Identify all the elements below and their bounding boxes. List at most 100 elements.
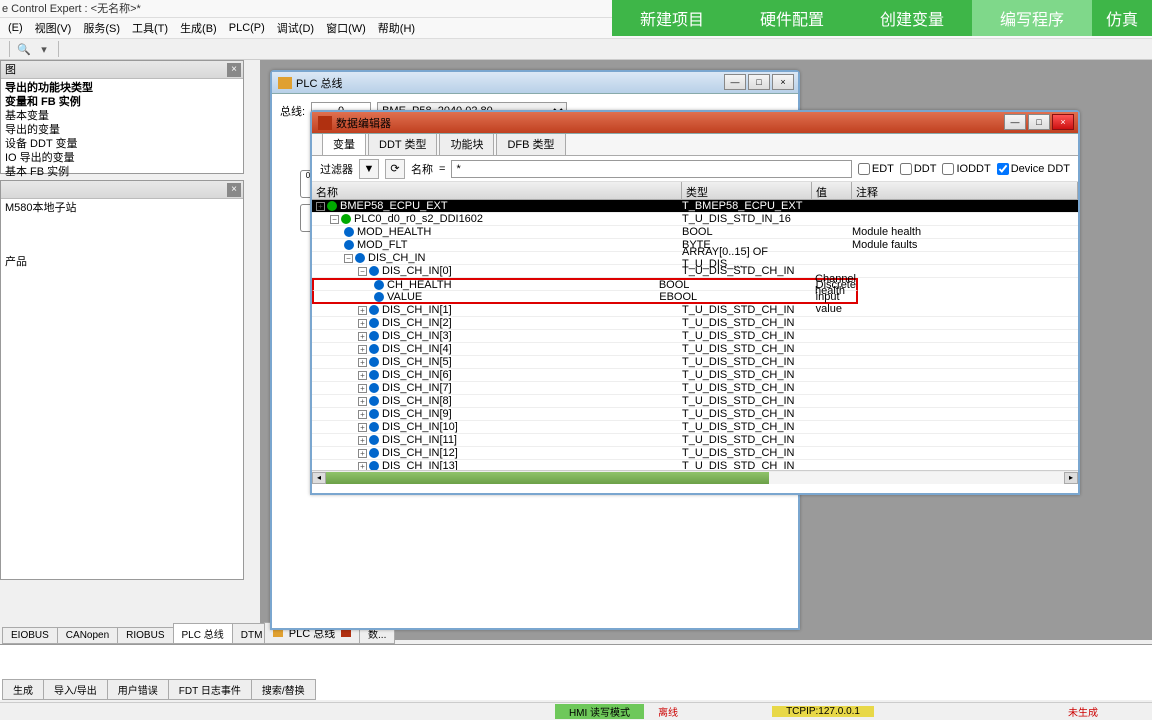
menu-build[interactable]: 生成(B) xyxy=(174,20,223,36)
top-tab-hw[interactable]: 硬件配置 xyxy=(732,0,852,36)
top-tab-new[interactable]: 新建项目 xyxy=(612,0,732,36)
tree-item[interactable]: M580本地子站 xyxy=(5,201,239,215)
menu-services[interactable]: 服务(S) xyxy=(77,20,126,36)
table-row[interactable]: +DIS_CH_IN[8]T_U_DIS_STD_CH_IN xyxy=(312,395,1078,408)
table-row[interactable]: +DIS_CH_IN[9]T_U_DIS_STD_CH_IN xyxy=(312,408,1078,421)
table-row[interactable]: +DIS_CH_IN[5]T_U_DIS_STD_CH_IN xyxy=(312,356,1078,369)
close-button[interactable]: × xyxy=(1052,114,1074,130)
grid-header: 名称 类型 值 注释 xyxy=(312,182,1078,200)
chk-ddt[interactable]: DDT xyxy=(900,163,937,175)
table-row[interactable]: +DIS_CH_IN[13]T_U_DIS_STD_CH_IN xyxy=(312,460,1078,470)
tree-item[interactable]: 设备 DDT 变量 xyxy=(5,137,239,151)
pane-close-icon[interactable]: × xyxy=(227,63,241,77)
filter-label: 过滤器 xyxy=(320,161,353,177)
tree-item[interactable]: 导出的变量 xyxy=(5,123,239,137)
scroll-left-icon[interactable]: ◂ xyxy=(312,472,326,484)
btab-eiobus[interactable]: EIOBUS xyxy=(2,627,58,644)
pane2-header xyxy=(1,181,243,199)
table-row[interactable]: +DIS_CH_IN[2]T_U_DIS_STD_CH_IN xyxy=(312,317,1078,330)
table-row[interactable]: +DIS_CH_IN[3]T_U_DIS_STD_CH_IN xyxy=(312,330,1078,343)
table-row[interactable]: VALUEEBOOLDiscrete input value xyxy=(312,291,858,304)
maximize-button[interactable]: □ xyxy=(748,74,770,90)
col-value[interactable]: 值 xyxy=(812,182,852,199)
table-row[interactable]: +DIS_CH_IN[4]T_U_DIS_STD_CH_IN xyxy=(312,343,1078,356)
table-row[interactable]: +DIS_CH_IN[10]T_U_DIS_STD_CH_IN xyxy=(312,421,1078,434)
otab-fdt[interactable]: FDT 日志事件 xyxy=(168,679,252,700)
name-filter-input[interactable] xyxy=(451,160,851,178)
filter-icon[interactable]: ▼ xyxy=(359,159,379,179)
dropdown-icon[interactable]: ▾ xyxy=(35,40,53,58)
table-row[interactable]: −PLC0_d0_r0_s2_DDI1602T_U_DIS_STD_IN_16 xyxy=(312,213,1078,226)
maximize-button[interactable]: □ xyxy=(1028,114,1050,130)
status-offline: 离线 xyxy=(644,704,692,719)
tree-item[interactable]: 基本变量 xyxy=(5,109,239,123)
plc-icon xyxy=(278,77,292,89)
tab-variables[interactable]: 变量 xyxy=(322,132,366,155)
top-tab-prog[interactable]: 编写程序 xyxy=(972,0,1092,36)
chk-ioddt[interactable]: IODDT xyxy=(942,163,990,175)
col-name[interactable]: 名称 xyxy=(312,182,682,199)
tree-item[interactable]: 产品 xyxy=(5,255,239,269)
tab-ddt[interactable]: DDT 类型 xyxy=(368,132,437,155)
menu-file[interactable]: (E) xyxy=(2,22,29,34)
col-note[interactable]: 注释 xyxy=(852,182,1078,199)
menu-debug[interactable]: 调试(D) xyxy=(271,20,320,36)
mdi-area: PLC 总线 — □ × 总线: BME_P58_2040 02.80 0 数据… xyxy=(260,60,1152,640)
menu-plc[interactable]: PLC(P) xyxy=(223,22,271,34)
pane-close-icon[interactable]: × xyxy=(227,183,241,197)
menu-tools[interactable]: 工具(T) xyxy=(126,20,174,36)
btab-canopen[interactable]: CANopen xyxy=(57,627,118,644)
table-row[interactable]: +DIS_CH_IN[7]T_U_DIS_STD_CH_IN xyxy=(312,382,1078,395)
plc-window-title: PLC 总线 xyxy=(296,75,342,91)
otab-import[interactable]: 导入/导出 xyxy=(43,679,108,700)
menu-window[interactable]: 窗口(W) xyxy=(320,20,372,36)
left-panel: × 图 导出的功能块类型 变量和 FB 实例 基本变量 导出的变量 设备 DDT… xyxy=(0,60,244,680)
btab-riobus[interactable]: RIOBUS xyxy=(117,627,173,644)
status-notgen: 未生成 xyxy=(1054,704,1112,719)
tree[interactable]: 导出的功能块类型 变量和 FB 实例 基本变量 导出的变量 设备 DDT 变量 … xyxy=(1,79,243,181)
tree-item[interactable]: 导出的功能块类型 xyxy=(5,81,239,95)
otab-errors[interactable]: 用户错误 xyxy=(107,679,169,700)
tree-item[interactable]: 变量和 FB 实例 xyxy=(5,95,239,109)
table-row[interactable]: +DIS_CH_IN[1]T_U_DIS_STD_CH_IN xyxy=(312,304,1078,317)
col-type[interactable]: 类型 xyxy=(682,182,812,199)
minimize-button[interactable]: — xyxy=(724,74,746,90)
left-bottom-tabs: EIOBUS CANopen RIOBUS PLC 总线 DTM 目 xyxy=(2,624,283,644)
zoom-icon[interactable]: 🔍 xyxy=(15,40,33,58)
toolbar: 🔍 ▾ xyxy=(0,38,1152,60)
table-row[interactable]: MOD_HEALTHBOOLModule health xyxy=(312,226,1078,239)
h-scrollbar[interactable]: ◂ ▸ xyxy=(312,470,1078,484)
tab-dfb[interactable]: DFB 类型 xyxy=(496,132,565,155)
output-panel: 生成 导入/导出 用户错误 FDT 日志事件 搜索/替换 xyxy=(0,644,1152,700)
otab-search[interactable]: 搜索/替换 xyxy=(251,679,316,700)
table-row[interactable]: +BMEP58_ECPU_EXTT_BMEP58_ECPU_EXT xyxy=(312,200,1078,213)
chk-devddt[interactable]: Device DDT xyxy=(997,163,1070,175)
scroll-right-icon[interactable]: ▸ xyxy=(1064,472,1078,484)
btab-plc[interactable]: PLC 总线 xyxy=(173,623,233,644)
refresh-icon[interactable]: ⟳ xyxy=(385,159,405,179)
table-row[interactable]: +DIS_CH_IN[12]T_U_DIS_STD_CH_IN xyxy=(312,447,1078,460)
close-button[interactable]: × xyxy=(772,74,794,90)
data-editor-window: 数据编辑器 — □ × 变量 DDT 类型 功能块 DFB 类型 过滤器 ▼ ⟳… xyxy=(310,110,1080,495)
tabs: 变量 DDT 类型 功能块 DFB 类型 xyxy=(312,134,1078,156)
minimize-button[interactable]: — xyxy=(1004,114,1026,130)
plc-icon xyxy=(273,629,283,637)
table-row[interactable]: CH_HEALTHBOOLChannel health xyxy=(312,278,858,291)
otab-build[interactable]: 生成 xyxy=(2,679,44,700)
tree-item[interactable]: 基本 FB 实例 xyxy=(5,165,239,179)
tab-fb[interactable]: 功能块 xyxy=(439,132,494,155)
data-editor-title: 数据编辑器 xyxy=(336,115,391,131)
chk-edt[interactable]: EDT xyxy=(858,163,894,175)
table-row[interactable]: +DIS_CH_IN[6]T_U_DIS_STD_CH_IN xyxy=(312,369,1078,382)
table-row[interactable]: −DIS_CH_IN[0]T_U_DIS_STD_CH_IN xyxy=(312,265,1078,278)
eq-label: = xyxy=(439,163,445,175)
grid-body[interactable]: +BMEP58_ECPU_EXTT_BMEP58_ECPU_EXT−PLC0_d… xyxy=(312,200,1078,470)
table-row[interactable]: −DIS_CH_INARRAY[0..15] OF T_U_DIS_... xyxy=(312,252,1078,265)
menu-view[interactable]: 视图(V) xyxy=(29,20,78,36)
top-tab-sim[interactable]: 仿真 xyxy=(1092,0,1152,36)
status-hmi: HMI 读写模式 xyxy=(555,704,644,719)
top-tab-var[interactable]: 创建变量 xyxy=(852,0,972,36)
table-row[interactable]: +DIS_CH_IN[11]T_U_DIS_STD_CH_IN xyxy=(312,434,1078,447)
menu-help[interactable]: 帮助(H) xyxy=(372,20,421,36)
tree-item[interactable]: IO 导出的变量 xyxy=(5,151,239,165)
